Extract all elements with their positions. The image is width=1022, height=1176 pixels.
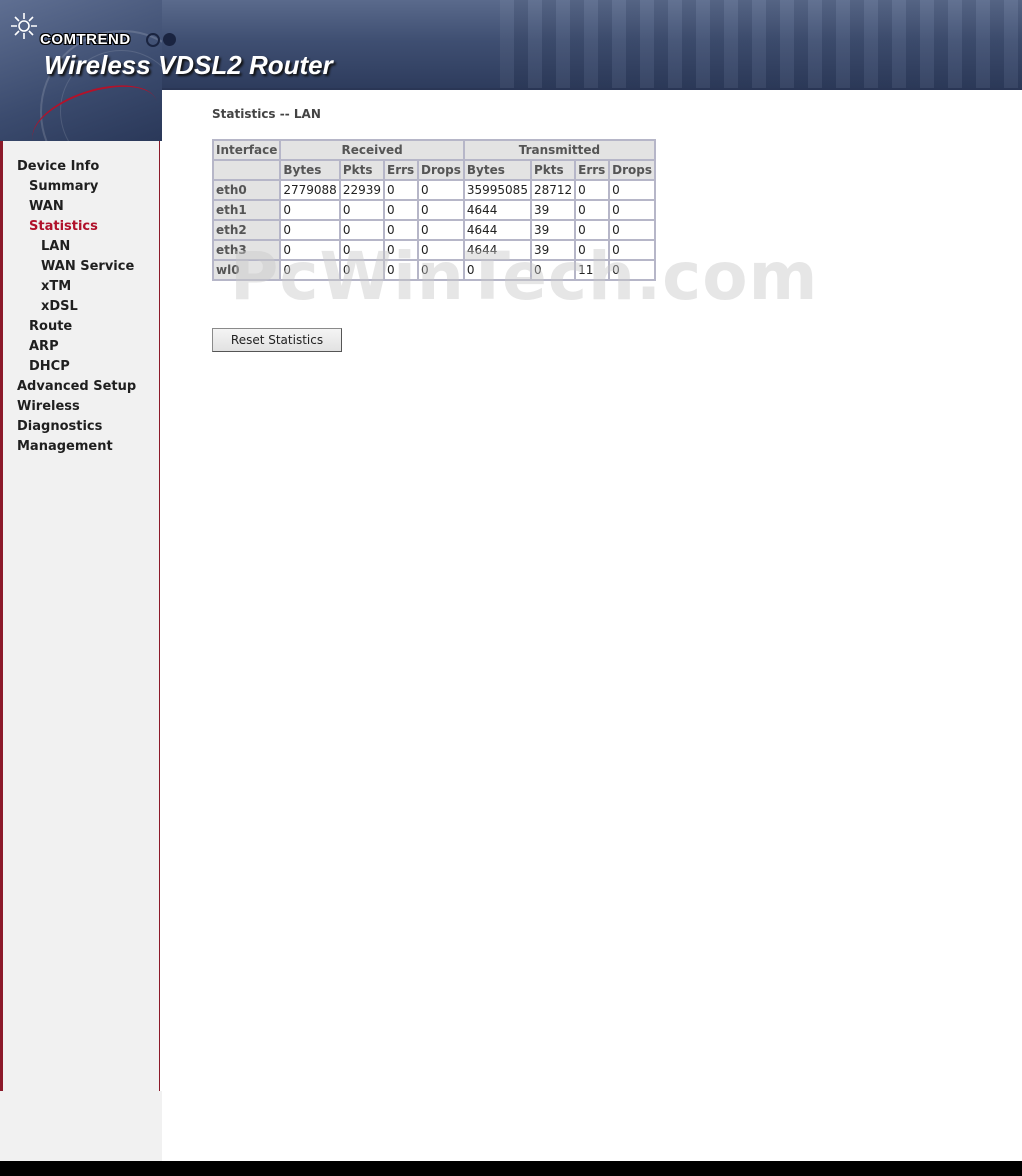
table-cell: 2779088 bbox=[279, 179, 341, 201]
sidebar-item-diagnostics[interactable]: Diagnostics bbox=[17, 419, 102, 434]
table-cell: 0 bbox=[338, 199, 386, 221]
sidebar-item-wireless[interactable]: Wireless bbox=[17, 399, 80, 414]
sidebar-item-lan[interactable]: LAN bbox=[41, 239, 70, 254]
table-cell: 0 bbox=[417, 259, 465, 281]
footer-bar bbox=[0, 1161, 1022, 1176]
table-cell: 0 bbox=[279, 259, 341, 281]
interface-name: wl0 bbox=[211, 259, 282, 281]
interface-name: eth2 bbox=[211, 219, 282, 241]
interface-header: Interface bbox=[211, 139, 282, 161]
reset-statistics-button[interactable]: Reset Statistics bbox=[212, 328, 342, 352]
table-cell: 35995085 bbox=[462, 179, 532, 201]
table-cell: 11 bbox=[574, 259, 611, 281]
table-cell: 39 bbox=[529, 199, 577, 221]
table-cell: 0 bbox=[338, 239, 386, 261]
blank-header-cell bbox=[211, 159, 282, 181]
table-cell: 0 bbox=[279, 239, 341, 261]
column-header: Drops bbox=[417, 159, 465, 181]
table-subheader-row: Bytes Pkts Errs Drops Bytes Pkts Errs Drops bbox=[211, 159, 656, 181]
table-cell: 0 bbox=[383, 239, 420, 261]
table-cell: 39 bbox=[529, 239, 577, 261]
table-cell: 4644 bbox=[462, 239, 532, 261]
column-header: Bytes bbox=[462, 159, 532, 181]
table-row: wl0 0 0 0 0 0 0 11 0 bbox=[211, 259, 656, 281]
column-header: Errs bbox=[383, 159, 420, 181]
sidebar-bottom bbox=[0, 1091, 172, 1161]
table-cell: 0 bbox=[338, 259, 386, 281]
product-title: Wireless VDSL2 Router bbox=[44, 50, 333, 80]
table-cell: 0 bbox=[417, 179, 465, 201]
table-cell: 0 bbox=[608, 239, 656, 261]
sidebar-item-statistics[interactable]: Statistics bbox=[29, 219, 98, 234]
table-cell: 0 bbox=[383, 199, 420, 221]
transmitted-header: Transmitted bbox=[462, 139, 657, 161]
header-stripe bbox=[500, 0, 1022, 90]
received-header: Received bbox=[279, 139, 465, 161]
table-row: eth3 0 0 0 0 4644 39 0 0 bbox=[211, 239, 656, 261]
interface-name: eth1 bbox=[211, 199, 282, 221]
table-cell: 22939 bbox=[338, 179, 386, 201]
brand-name: COMTREND bbox=[40, 31, 131, 48]
table-cell: 0 bbox=[462, 259, 532, 281]
sidebar-item-device-info[interactable]: Device Info bbox=[17, 159, 99, 174]
table-cell: 0 bbox=[608, 179, 656, 201]
column-header: Pkts bbox=[338, 159, 386, 181]
sidebar-item-wan[interactable]: WAN bbox=[29, 199, 64, 214]
table-header-row: Interface Received Transmitted bbox=[211, 139, 657, 161]
table-cell: 0 bbox=[417, 239, 465, 261]
table-cell: 4644 bbox=[462, 219, 532, 241]
table-cell: 0 bbox=[608, 219, 656, 241]
table-cell: 0 bbox=[279, 219, 341, 241]
column-header: Pkts bbox=[529, 159, 577, 181]
table-row: eth0 2779088 22939 0 0 35995085 28712 0 0 bbox=[211, 179, 656, 201]
table-cell: 0 bbox=[574, 199, 611, 221]
table-cell: 39 bbox=[529, 219, 577, 241]
sidebar bbox=[0, 141, 160, 1091]
column-header: Bytes bbox=[279, 159, 341, 181]
table-cell: 0 bbox=[279, 199, 341, 221]
table-cell: 0 bbox=[383, 259, 420, 281]
sidebar-item-dhcp[interactable]: DHCP bbox=[29, 359, 70, 374]
table-cell: 0 bbox=[608, 259, 656, 281]
lan-statistics-table: Interface Received Transmitted Bytes Pkts… bbox=[211, 139, 657, 281]
comtrend-logo-icon bbox=[11, 13, 37, 39]
sidebar-item-arp[interactable]: ARP bbox=[29, 339, 59, 354]
table-cell: 0 bbox=[529, 259, 577, 281]
table-cell: 0 bbox=[574, 179, 611, 201]
column-header: Errs bbox=[574, 159, 611, 181]
interface-name: eth3 bbox=[211, 239, 282, 261]
brand-dots bbox=[146, 33, 176, 47]
sidebar-item-xtm[interactable]: xTM bbox=[41, 279, 71, 294]
sidebar-item-management[interactable]: Management bbox=[17, 439, 113, 454]
table-cell: 0 bbox=[417, 199, 465, 221]
sidebar-item-wan-service[interactable]: WAN Service bbox=[41, 259, 134, 274]
sidebar-item-route[interactable]: Route bbox=[29, 319, 72, 334]
table-cell: 0 bbox=[417, 219, 465, 241]
column-header: Drops bbox=[608, 159, 656, 181]
page-title: Statistics -- LAN bbox=[212, 107, 321, 121]
table-row: eth2 0 0 0 0 4644 39 0 0 bbox=[211, 219, 656, 241]
table-cell: 4644 bbox=[462, 199, 532, 221]
sidebar-item-advanced-setup[interactable]: Advanced Setup bbox=[17, 379, 136, 394]
table-cell: 0 bbox=[338, 219, 386, 241]
table-cell: 28712 bbox=[529, 179, 577, 201]
sidebar-item-xdsl[interactable]: xDSL bbox=[41, 299, 78, 314]
table-row: eth1 0 0 0 0 4644 39 0 0 bbox=[211, 199, 656, 221]
table-cell: 0 bbox=[574, 219, 611, 241]
table-cell: 0 bbox=[383, 179, 420, 201]
sidebar-item-summary[interactable]: Summary bbox=[29, 179, 98, 194]
table-cell: 0 bbox=[608, 199, 656, 221]
table-cell: 0 bbox=[383, 219, 420, 241]
interface-name: eth0 bbox=[211, 179, 282, 201]
table-cell: 0 bbox=[574, 239, 611, 261]
